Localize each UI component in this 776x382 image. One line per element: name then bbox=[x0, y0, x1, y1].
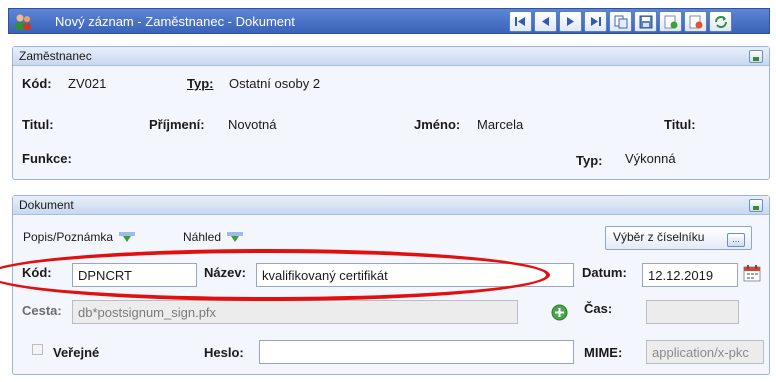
titul-label: Titul: bbox=[22, 117, 54, 132]
prev-record-icon bbox=[542, 17, 549, 26]
catalog-select-label: Výběr z číselníku bbox=[613, 230, 705, 244]
employee-type-link[interactable]: Typ: bbox=[187, 76, 213, 91]
first-record-button[interactable] bbox=[509, 11, 532, 32]
mime-label: MIME: bbox=[584, 345, 623, 360]
doc-code-label: Kód: bbox=[22, 265, 52, 280]
doc-time-label: Čas: bbox=[584, 301, 613, 316]
refresh-icon bbox=[714, 15, 727, 28]
doc-date-input[interactable] bbox=[642, 263, 738, 287]
document-panel-header: Dokument bbox=[13, 196, 769, 215]
save-new-button[interactable] bbox=[659, 11, 682, 32]
funkce-label: Funkce: bbox=[22, 151, 72, 166]
add-icon[interactable] bbox=[551, 304, 568, 321]
delete-icon bbox=[689, 15, 702, 28]
employee-code-value: ZV021 bbox=[68, 76, 107, 91]
jmeno-label: Jméno: bbox=[414, 117, 461, 132]
employee-kind-label: Typ: bbox=[576, 153, 603, 168]
last-record-icon bbox=[591, 17, 601, 26]
last-record-button[interactable] bbox=[584, 11, 607, 32]
tab-popis-poznamka[interactable]: Popis/Poznámka bbox=[23, 227, 136, 247]
collapse-icon[interactable] bbox=[749, 50, 763, 63]
expand-down-icon bbox=[119, 231, 136, 242]
first-record-icon bbox=[515, 17, 525, 26]
password-label: Heslo: bbox=[204, 345, 244, 360]
employee-kind-value: Výkonná bbox=[625, 151, 676, 166]
jmeno-value: Marcela bbox=[477, 117, 524, 132]
tab-nahled[interactable]: Náhled bbox=[183, 227, 244, 247]
doc-code-input[interactable] bbox=[72, 263, 197, 287]
doc-path-input bbox=[72, 300, 518, 324]
user-group-icon bbox=[15, 14, 31, 30]
tab-nahled-label: Náhled bbox=[183, 230, 222, 244]
prev-record-button[interactable] bbox=[534, 11, 557, 32]
save-new-icon bbox=[664, 15, 677, 28]
doc-date-label: Datum: bbox=[582, 265, 627, 280]
doc-path-label: Cesta: bbox=[22, 303, 62, 318]
calendar-icon[interactable] bbox=[743, 264, 761, 282]
catalog-select-button[interactable]: Výběr z číselníku ... bbox=[605, 226, 752, 250]
doc-time-input bbox=[646, 300, 739, 324]
doc-name-input[interactable] bbox=[256, 263, 574, 287]
window-title: Nový záznam - Zaměstnanec - Dokument bbox=[55, 14, 295, 29]
save-button[interactable] bbox=[634, 11, 657, 32]
next-record-button[interactable] bbox=[559, 11, 582, 32]
mime-input bbox=[646, 340, 764, 364]
doc-name-label: Název: bbox=[204, 265, 246, 280]
save-icon bbox=[639, 15, 652, 28]
copy-icon bbox=[614, 15, 627, 28]
next-record-icon bbox=[567, 17, 574, 26]
ellipsis-icon: ... bbox=[727, 233, 745, 247]
refresh-button[interactable] bbox=[709, 11, 732, 32]
titul-after-label: Titul: bbox=[664, 117, 696, 132]
document-panel-title: Dokument bbox=[19, 198, 74, 212]
password-input[interactable] bbox=[259, 340, 574, 364]
public-label: Veřejné bbox=[53, 345, 100, 360]
public-checkbox[interactable] bbox=[32, 344, 43, 355]
employee-panel-header: Zaměstnanec bbox=[13, 47, 769, 66]
employee-code-label: Kód: bbox=[22, 76, 52, 91]
prijmeni-value: Novotná bbox=[228, 117, 277, 132]
delete-button[interactable] bbox=[684, 11, 707, 32]
copy-button[interactable] bbox=[609, 11, 632, 32]
employee-type-value: Ostatní osoby 2 bbox=[229, 76, 321, 91]
expand-down-icon bbox=[227, 231, 244, 242]
tab-popis-label: Popis/Poznámka bbox=[23, 230, 114, 244]
collapse-icon[interactable] bbox=[749, 199, 763, 212]
prijmeni-label: Příjmení: bbox=[149, 117, 205, 132]
window-titlebar: Nový záznam - Zaměstnanec - Dokument bbox=[8, 8, 770, 34]
employee-panel-title: Zaměstnanec bbox=[19, 49, 92, 63]
